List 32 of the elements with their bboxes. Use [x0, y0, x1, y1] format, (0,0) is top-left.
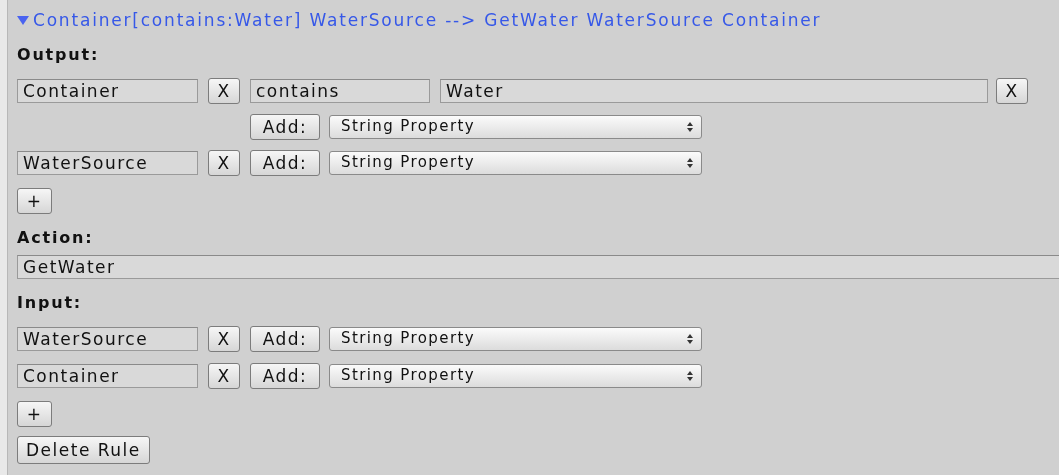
- add-button[interactable]: Add:: [250, 113, 320, 140]
- section-label: Output:: [17, 44, 101, 66]
- action-field[interactable]: GetWater: [17, 255, 1059, 279]
- type-dropdown[interactable]: String Property: [329, 150, 702, 175]
- up-down-arrows-icon: [687, 121, 693, 132]
- name-field[interactable]: Container: [17, 363, 198, 388]
- foldout-header[interactable]: Container[contains:Water] WaterSource --> GetWater WaterSource Container: [17, 9, 1059, 31]
- remove-button[interactable]: X: [208, 362, 240, 389]
- add-item-button[interactable]: +: [17, 401, 52, 427]
- section-label: Input:: [17, 292, 84, 314]
- up-down-arrows-icon: [687, 370, 693, 381]
- type-dropdown[interactable]: String Property: [329, 114, 702, 139]
- up-down-arrows-icon: [687, 157, 693, 168]
- property-key-field[interactable]: contains: [250, 78, 430, 103]
- remove-button[interactable]: X: [208, 77, 240, 104]
- name-field[interactable]: WaterSource: [17, 326, 198, 351]
- remove-property-button[interactable]: X: [996, 77, 1028, 104]
- collapse-triangle-icon: [17, 15, 29, 25]
- type-dropdown[interactable]: String Property: [329, 363, 702, 388]
- remove-button[interactable]: X: [208, 149, 240, 176]
- add-button[interactable]: Add:: [250, 149, 320, 176]
- type-dropdown[interactable]: String Property: [329, 326, 702, 351]
- section-label: Action:: [17, 227, 95, 249]
- add-button[interactable]: Add:: [250, 325, 320, 352]
- add-item-button[interactable]: +: [17, 188, 52, 214]
- up-down-arrows-icon: [687, 333, 693, 344]
- property-value-field[interactable]: Water: [440, 78, 988, 103]
- add-button[interactable]: Add:: [250, 362, 320, 389]
- name-field[interactable]: Container: [17, 78, 198, 103]
- remove-button[interactable]: X: [208, 325, 240, 352]
- delete-rule-button[interactable]: Delete Rule: [17, 436, 150, 464]
- name-field[interactable]: WaterSource: [17, 150, 198, 175]
